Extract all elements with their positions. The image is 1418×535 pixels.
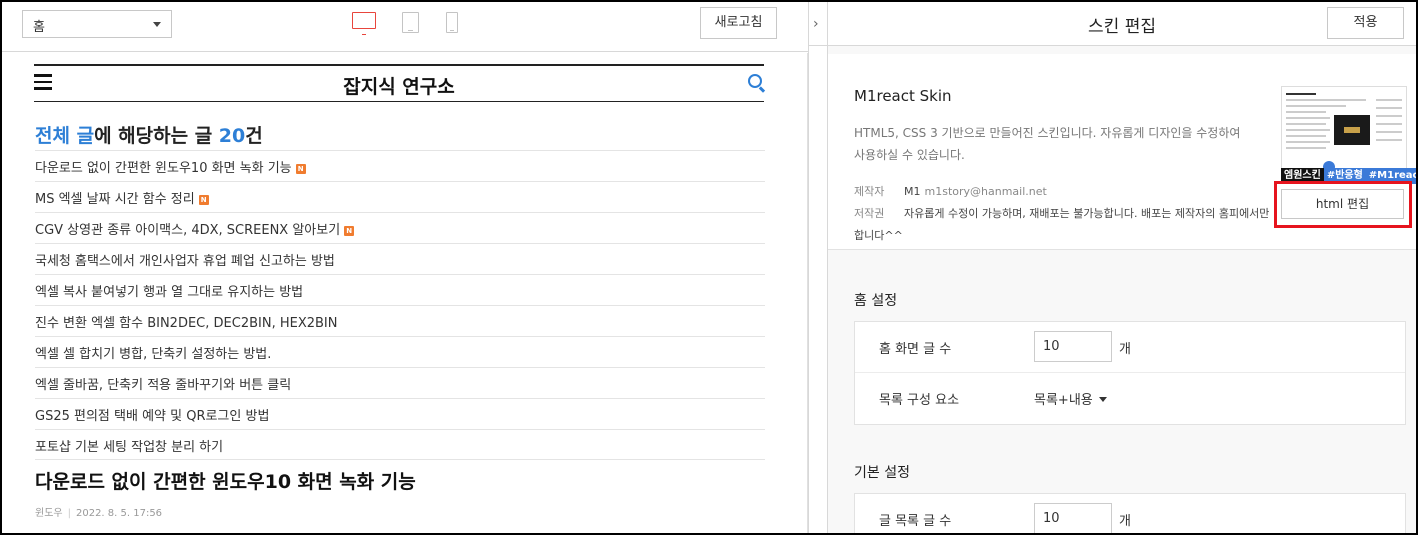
- result-heading: 전체 글에 해당하는 글 20건: [35, 121, 263, 148]
- post-title[interactable]: CGV 상영관 종류 아이맥스, 4DX, SCREENX 알아보기: [35, 223, 340, 238]
- list-count-unit: 개: [1119, 514, 1131, 529]
- article-meta: 윈도우 | 2022. 8. 5. 17:56: [35, 504, 162, 519]
- list-item[interactable]: 엑셀 셀 합치기 병합, 단축키 설정하는 방법.: [35, 336, 765, 367]
- list-item[interactable]: GS25 편의점 택배 예약 및 QR로그인 방법: [35, 398, 765, 429]
- post-title[interactable]: GS25 편의점 택배 예약 및 QR로그인 방법: [35, 409, 269, 424]
- page-select-value: 홈: [33, 20, 45, 35]
- post-title[interactable]: 엑셀 복사 붙여넣기 행과 열 그대로 유지하는 방법: [35, 285, 303, 300]
- list-item[interactable]: 다운로드 없이 간편한 윈도우10 화면 녹화 기능 N: [35, 150, 765, 181]
- result-heading-count: 20: [218, 125, 246, 147]
- home-count-label: 홈 화면 글 수: [879, 342, 952, 357]
- home-count-unit: 개: [1119, 342, 1131, 357]
- search-icon[interactable]: [748, 74, 762, 88]
- skin-info-card: M1react Skin HTML5, CSS 3 기반으로 만들어진 스킨입니…: [828, 54, 1416, 250]
- post-title[interactable]: MS 엑셀 날짜 시간 함수 정리: [35, 192, 195, 207]
- tablet-view-icon[interactable]: [402, 12, 419, 33]
- list-item[interactable]: 국세청 홈택스에서 개인사업자 휴업 폐업 신고하는 방법: [35, 243, 765, 274]
- result-heading-category: 전체 글: [35, 125, 95, 147]
- collapse-toggle[interactable]: ›: [809, 2, 827, 46]
- post-title[interactable]: 포토샵 기본 세팅 작업창 분리 하기: [35, 440, 223, 455]
- author-email: m1story@hanmail.net: [924, 185, 1047, 198]
- basic-settings-title: 기본 설정: [854, 465, 910, 481]
- skin-name: M1react Skin: [854, 87, 952, 105]
- editor-header: 스킨 편집 적용: [828, 2, 1416, 46]
- article-date: 2022. 8. 5. 17:56: [75, 508, 163, 519]
- list-count-row: 글 목록 글 수 개: [855, 494, 1405, 533]
- post-title[interactable]: 다운로드 없이 간편한 윈도우10 화면 녹화 기능: [35, 161, 292, 176]
- list-item[interactable]: CGV 상영관 종류 아이맥스, 4DX, SCREENX 알아보기 N: [35, 212, 765, 243]
- list-item[interactable]: 포토샵 기본 세팅 작업창 분리 하기: [35, 429, 765, 460]
- skin-copyright-row: 저작권 자유롭게 수정이 가능하며, 재배포는 불가능합니다. 배포는 제작자의 …: [854, 203, 1274, 247]
- html-edit-button[interactable]: html 편집: [1281, 189, 1404, 219]
- post-title[interactable]: 엑셀 줄바꿈, 단축키 적용 줄바꾸기와 버튼 클릭: [35, 378, 291, 393]
- post-title[interactable]: 엑셀 셀 합치기 병합, 단축키 설정하는 방법.: [35, 347, 271, 362]
- post-title[interactable]: 국세청 홈택스에서 개인사업자 휴업 폐업 신고하는 방법: [35, 254, 335, 269]
- post-title[interactable]: 진수 변환 엑셀 함수 BIN2DEC, DEC2BIN, HEX2BIN: [35, 316, 337, 331]
- blog-preview: 잡지식 연구소 전체 글에 해당하는 글 20건 다운로드 없이 간편한 윈도우…: [2, 53, 808, 533]
- article-title[interactable]: 다운로드 없이 간편한 윈도우10 화면 녹화 기능: [35, 467, 416, 494]
- list-component-label: 목록 구성 요소: [879, 393, 960, 408]
- skin-description: HTML5, CSS 3 기반으로 만들어진 스킨입니다. 자유롭게 디자인을 …: [854, 126, 1241, 162]
- author-key: 제작자: [854, 185, 885, 198]
- skin-editor-window: 홈 새로고침 잡지식 연구소 전체 글에 해당하는 글 20건 다운로드 없이 …: [2, 2, 1416, 533]
- blog-header: 잡지식 연구소: [34, 64, 764, 102]
- list-count-input[interactable]: [1034, 503, 1112, 533]
- result-heading-suffix: 건: [245, 125, 263, 147]
- home-count-row: 홈 화면 글 수 개: [855, 322, 1405, 373]
- thumbnail-image: [1334, 115, 1370, 145]
- copyright-value: 자유롭게 수정이 가능하며, 재배포는 불가능합니다. 배포는 제작자의 홈피에…: [854, 207, 1270, 242]
- desktop-view-icon[interactable]: [352, 12, 376, 35]
- chevron-down-icon: [1098, 397, 1107, 402]
- list-count-label: 글 목록 글 수: [879, 514, 952, 529]
- preview-toolbar: 홈 새로고침: [2, 2, 808, 52]
- author-value: M1: [904, 185, 921, 198]
- chevron-right-icon: ›: [813, 16, 819, 32]
- new-badge: N: [198, 195, 209, 205]
- basic-settings-box: 글 목록 글 수 개: [854, 493, 1406, 533]
- home-settings-box: 홈 화면 글 수 개 목록 구성 요소 목록+내용: [854, 321, 1406, 425]
- page-select-dropdown[interactable]: 홈: [22, 10, 172, 38]
- skin-author-row: 제작자 M1 m1story@hanmail.net: [854, 181, 1274, 203]
- copyright-key: 저작권: [854, 207, 885, 220]
- pane-divider: ›: [808, 2, 828, 533]
- list-item[interactable]: MS 엑셀 날짜 시간 함수 정리 N: [35, 181, 765, 212]
- meta-separator: |: [67, 508, 71, 519]
- mobile-view-icon[interactable]: [446, 12, 458, 33]
- refresh-button[interactable]: 새로고침: [700, 7, 777, 39]
- list-component-value: 목록+내용: [1034, 393, 1093, 408]
- list-item[interactable]: 엑셀 복사 붙여넣기 행과 열 그대로 유지하는 방법: [35, 274, 765, 305]
- result-heading-text: 에 해당하는 글: [94, 125, 219, 147]
- blog-title[interactable]: 잡지식 연구소: [34, 72, 764, 99]
- new-badge: N: [344, 226, 355, 236]
- home-count-input[interactable]: [1034, 331, 1112, 362]
- list-component-select[interactable]: 목록+내용: [1034, 389, 1107, 408]
- article-category[interactable]: 윈도우: [35, 508, 63, 519]
- new-badge: N: [295, 164, 306, 174]
- chevron-down-icon: [153, 22, 161, 27]
- list-component-row: 목록 구성 요소 목록+내용: [855, 373, 1405, 424]
- apply-button[interactable]: 적용: [1327, 7, 1404, 39]
- skin-meta: 제작자 M1 m1story@hanmail.net 저작권 자유롭게 수정이 가능하…: [854, 181, 1274, 247]
- preview-pane: 홈 새로고침 잡지식 연구소 전체 글에 해당하는 글 20건 다운로드 없이 …: [2, 2, 823, 533]
- html-edit-highlight: html 편집: [1274, 181, 1412, 228]
- list-item[interactable]: 엑셀 줄바꿈, 단축키 적용 줄바꾸기와 버튼 클릭: [35, 367, 765, 398]
- editor-pane: 스킨 편집 적용 M1react Skin HTML5, CSS 3 기반으로 …: [828, 2, 1416, 533]
- post-list: 다운로드 없이 간편한 윈도우10 화면 녹화 기능 N MS 엑셀 날짜 시간 …: [35, 150, 765, 460]
- home-settings-title: 홈 설정: [854, 293, 898, 309]
- list-item[interactable]: 진수 변환 엑셀 함수 BIN2DEC, DEC2BIN, HEX2BIN: [35, 305, 765, 336]
